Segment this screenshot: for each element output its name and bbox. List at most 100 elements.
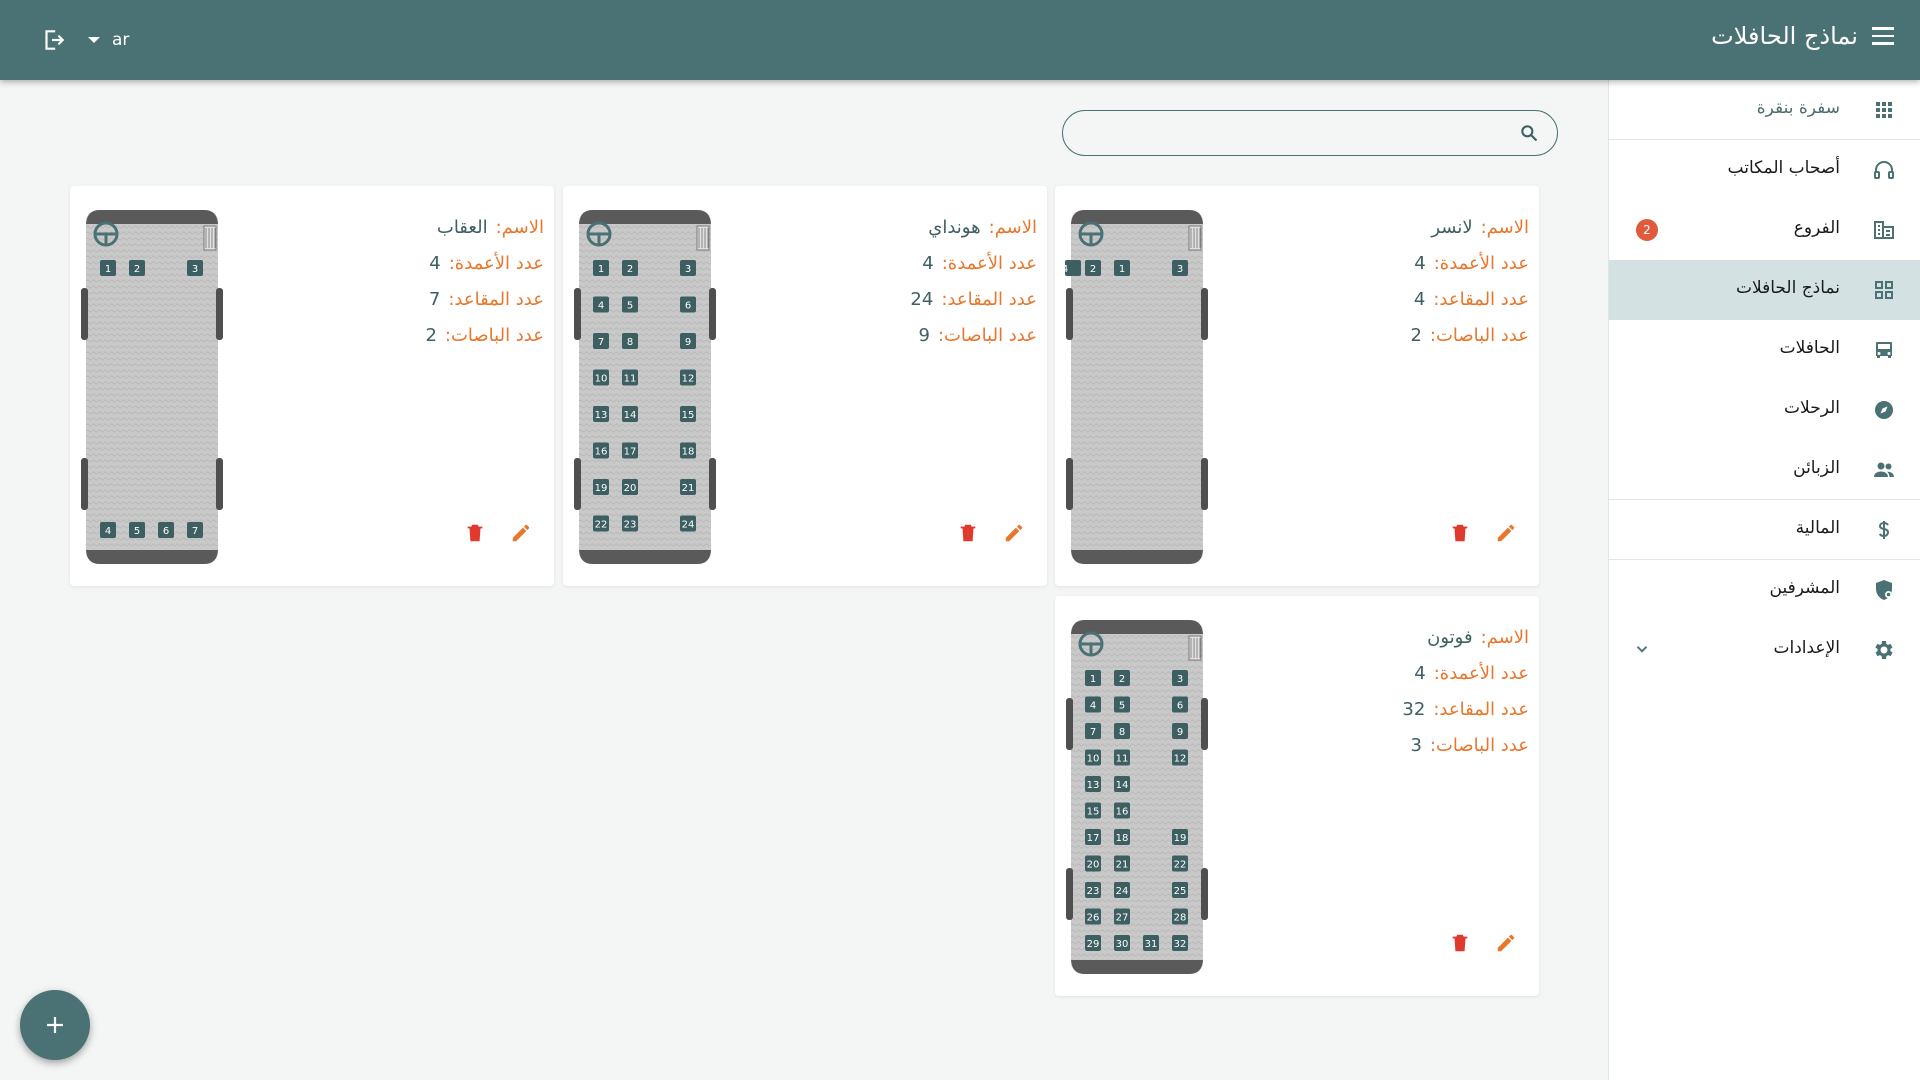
- sidebar-item-branches[interactable]: الفروع 2: [1609, 200, 1920, 260]
- seat-number: 30: [1116, 939, 1129, 950]
- bus-model-name: فوتون: [1427, 627, 1473, 648]
- name-label: الاسم:: [1480, 627, 1529, 648]
- wheel: [216, 458, 223, 510]
- seats-count: 7: [428, 289, 441, 310]
- wheel: [709, 288, 716, 340]
- seat-number: 27: [1116, 913, 1129, 924]
- top-app-bar: نماذج الحافلات ar: [0, 0, 1920, 80]
- sidebar-item-buses[interactable]: الحافلات: [1609, 320, 1920, 380]
- seat-number: 31: [1145, 939, 1158, 950]
- doors-count: 3: [1410, 735, 1422, 756]
- branches-count-badge: 2: [1636, 219, 1658, 241]
- bus-seat-layout: 1 2 34 5 67 8 910 11 1213 1415 1617 18 1920 21 2223 24 2…: [1066, 620, 1208, 974]
- delete-icon[interactable]: [1449, 522, 1471, 544]
- columns-count: 4: [1414, 253, 1426, 274]
- card-info: الاسم: العقاب عدد الأعمدة: 4 عدد المقاعد: 7…: [425, 210, 544, 354]
- edit-icon[interactable]: [510, 522, 532, 544]
- sidebar-item-safra[interactable]: سفرة بنقرة: [1609, 80, 1920, 140]
- apps-grid-icon: [1876, 102, 1892, 118]
- seat-number: 1: [598, 264, 604, 275]
- name-label: الاسم:: [495, 217, 544, 238]
- search-icon[interactable]: [1519, 123, 1539, 143]
- seat-number: 1: [105, 264, 111, 275]
- seat-number: 22: [595, 520, 608, 531]
- doors-count: 2: [425, 325, 437, 346]
- menu-icon[interactable]: [1872, 27, 1894, 45]
- sidebar-item-finance[interactable]: المالية: [1609, 500, 1920, 560]
- sidebar-item-trips[interactable]: الرحلات: [1609, 380, 1920, 440]
- seat-number: 5: [627, 301, 633, 312]
- seats-label: عدد المقاعد:: [941, 289, 1037, 310]
- seat-number: 17: [624, 447, 637, 458]
- bus-seat-layout: 2 1 3 4: [1065, 210, 1208, 564]
- seat-number: 3: [685, 264, 691, 275]
- seat-number: 19: [1174, 833, 1187, 844]
- seat-number: 15: [1087, 807, 1100, 818]
- columns-count: 4: [1414, 663, 1426, 684]
- seat-number: 14: [624, 410, 637, 421]
- bus-model-card: الاسم:فوتون عدد الأعمدة:4 عدد المقاعد:32…: [1055, 596, 1539, 996]
- sidebar-item-label: أصحاب المكاتب: [1727, 158, 1840, 178]
- seat-number: 1: [1090, 674, 1096, 685]
- sidebar-item-bus-models[interactable]: نماذج الحافلات: [1609, 260, 1920, 320]
- headset-icon: [1874, 161, 1894, 179]
- wheel: [1201, 868, 1208, 920]
- edit-icon[interactable]: [1495, 932, 1517, 954]
- sidebar-item-customers[interactable]: الزبائن: [1609, 440, 1920, 500]
- seats-label: عدد المقاعد:: [1433, 289, 1529, 310]
- delete-icon[interactable]: [957, 522, 979, 544]
- bus-rear: [1071, 958, 1203, 974]
- add-bus-model-button[interactable]: [20, 990, 90, 1060]
- sidebar-item-settings[interactable]: الإعدادات: [1609, 620, 1920, 680]
- search-input[interactable]: [1083, 120, 1493, 146]
- sidebar-item-office-owners[interactable]: أصحاب المكاتب: [1609, 140, 1920, 200]
- seat-number: 9: [685, 337, 691, 348]
- bus-model-card: الاسم: هونداي عدد الأعمدة: 4 عدد المقاعد: 2…: [563, 186, 1047, 586]
- seats-count: 24: [910, 289, 934, 310]
- seat-number: 7: [598, 337, 604, 348]
- seat-number: 6: [685, 301, 691, 312]
- doors-count: 2: [1410, 325, 1422, 346]
- columns-label: عدد الأعمدة:: [1433, 253, 1529, 274]
- columns-label: عدد الأعمدة:: [448, 253, 544, 274]
- seat-number: 2: [1119, 674, 1125, 685]
- wheel: [1201, 698, 1208, 750]
- language-selector[interactable]: ar: [88, 28, 129, 52]
- logout-icon[interactable]: [40, 27, 66, 53]
- seat-number: 2: [1090, 264, 1096, 275]
- seat-number: 3: [1177, 264, 1183, 275]
- columns-label: عدد الأعمدة:: [941, 253, 1037, 274]
- seat-number: 9: [1177, 727, 1183, 738]
- delete-icon[interactable]: [464, 522, 486, 544]
- chevron-down-icon[interactable]: [1633, 640, 1651, 658]
- seat-number: 4: [1090, 701, 1096, 712]
- seat-number: 23: [1087, 886, 1100, 897]
- seat-number: 13: [1087, 780, 1100, 791]
- bus-seat-layout: 1 2 34 5 67 8 910 11 1213 14 1516 17 1819 20 2122 23 24: [574, 210, 716, 564]
- wheel: [574, 458, 581, 510]
- seat-number: 32: [1174, 939, 1187, 950]
- seat-number: 13: [595, 410, 608, 421]
- seats-label: عدد المقاعد:: [1433, 699, 1529, 720]
- page-title: نماذج الحافلات: [1711, 22, 1858, 50]
- bus-rear: [579, 548, 711, 564]
- seat-number: 21: [682, 483, 695, 494]
- seat-number: 28: [1174, 913, 1187, 924]
- branches-icon: [1874, 221, 1894, 239]
- seat-number: 3: [192, 264, 198, 275]
- seat-number: 24: [1116, 886, 1129, 897]
- seats-count: 4: [1413, 289, 1426, 310]
- bus-model-name: هونداي: [928, 217, 981, 238]
- seat-number: 11: [1116, 754, 1129, 765]
- delete-icon[interactable]: [1449, 932, 1471, 954]
- bus-rear: [1071, 548, 1203, 564]
- edit-icon[interactable]: [1495, 522, 1517, 544]
- seat-number: 24: [682, 520, 695, 531]
- seat-number: 22: [1174, 860, 1187, 871]
- seat-number: 4: [1065, 264, 1068, 275]
- edit-icon[interactable]: [1003, 522, 1025, 544]
- gear-icon: [1875, 641, 1893, 659]
- doors-label: عدد الباصات:: [1429, 325, 1529, 346]
- sidebar-item-supervisors[interactable]: المشرفين: [1609, 560, 1920, 620]
- doors-count: 9: [918, 325, 930, 346]
